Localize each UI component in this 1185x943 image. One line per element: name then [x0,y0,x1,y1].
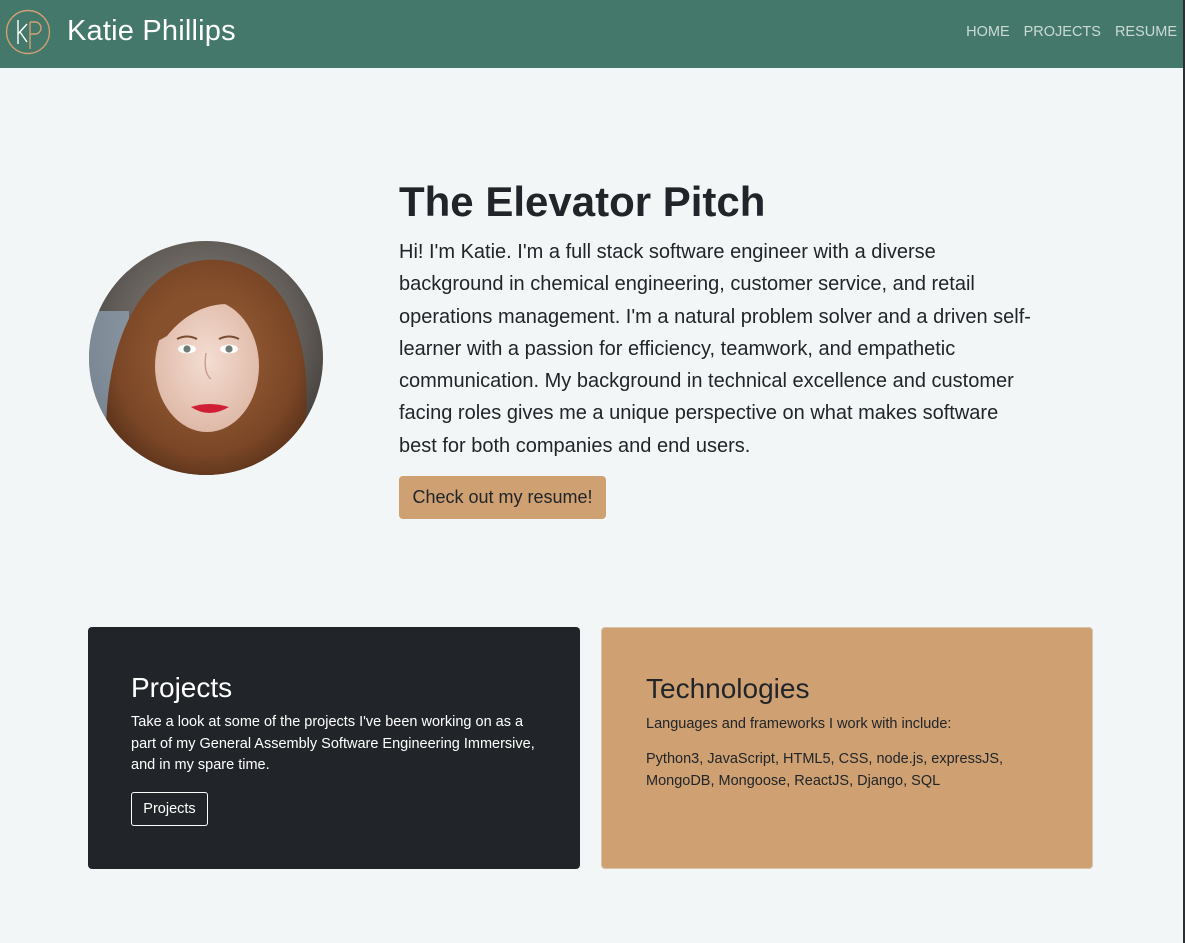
navbar: Katie Phillips HOME PROJECTS RESUME [0,0,1185,68]
kp-logo-icon[interactable] [5,9,51,55]
page: Katie Phillips HOME PROJECTS RESUME The … [0,0,1185,943]
projects-card-title: Projects [131,672,233,703]
hero-text: Hi! I'm Katie. I'm a full stack software… [399,241,1031,457]
technologies-intro: Languages and frameworks I work with inc… [646,716,952,732]
profile-photo [89,241,323,475]
hero-title: The Elevator Pitch [399,178,766,225]
nav-menu: HOME PROJECTS RESUME [966,24,1177,40]
nav-resume-link[interactable]: RESUME [1115,24,1177,40]
projects-card-text: Take a look at some of the projects I've… [131,714,535,773]
resume-button[interactable]: Check out my resume! [399,476,606,519]
nav-home-link[interactable]: HOME [966,24,1010,40]
projects-button[interactable]: Projects [131,792,208,826]
technologies-card: Technologies Languages and frameworks I … [601,627,1093,869]
nav-projects-link[interactable]: PROJECTS [1024,24,1101,40]
projects-card: Projects Take a look at some of the proj… [88,627,580,869]
technologies-list: Python3, JavaScript, HTML5, CSS, node.js… [646,751,1004,789]
technologies-card-title: Technologies [646,673,810,704]
brand-name[interactable]: Katie Phillips [67,15,236,48]
